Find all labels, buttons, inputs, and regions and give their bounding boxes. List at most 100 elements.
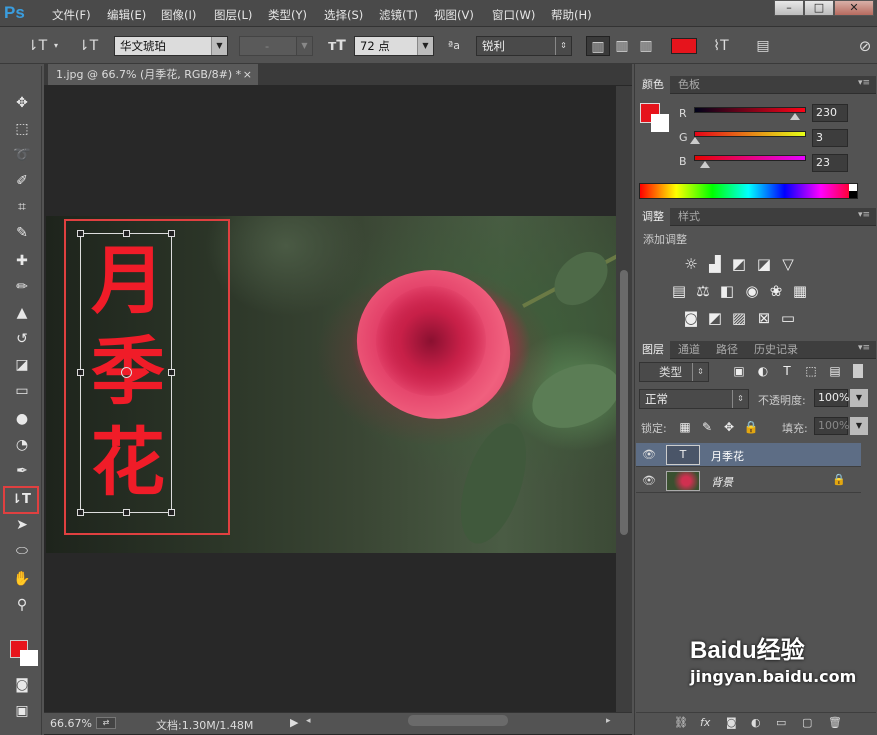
quick-select-tool-icon[interactable]: ✐ [10,170,34,192]
filter-smart-icon[interactable]: ▤ [826,362,844,380]
healing-brush-tool-icon[interactable]: ✚ [10,250,34,272]
antialias-select[interactable]: 锐利 ⇕ [476,36,572,56]
levels-icon[interactable]: ▟ [706,255,724,273]
vibrance-icon[interactable]: ▽ [779,255,797,273]
lock-position-icon[interactable]: ✥ [720,418,738,436]
quick-mask-icon[interactable]: ◙ [10,674,34,696]
menu-file[interactable]: 文件(F) [52,7,91,23]
eye-icon[interactable]: 👁 [642,448,656,461]
warp-text-icon[interactable]: ⌇T [710,36,732,56]
path-select-tool-icon[interactable]: ➤ [10,514,34,536]
menu-filter[interactable]: 滤镜(T) [379,7,418,23]
color-bg-swatch[interactable] [651,114,669,132]
selective-color-icon[interactable]: ⊠ [755,309,773,327]
new-layer-icon[interactable]: ▢ [802,716,812,729]
panel-menu-icon[interactable]: ▾≡ [858,78,870,88]
document-tab[interactable]: 1.jpg @ 66.7% (月季花, RGB/8#) * × [48,64,258,85]
tab-history[interactable]: 历史记录 [748,341,804,359]
hand-tool-icon[interactable]: ✋ [10,568,34,590]
invert-icon[interactable]: ◙ [682,309,700,327]
tab-channels[interactable]: 通道 [672,341,706,359]
opacity-value[interactable]: 100% [814,389,849,407]
tab-paths[interactable]: 路径 [710,341,744,359]
layer-row[interactable]: 👁 背景 🔒 [636,469,861,493]
tab-swatches[interactable]: 色板 [672,76,706,94]
maximize-button[interactable]: □ [804,0,834,16]
text-color-swatch[interactable] [671,38,697,54]
fill-value[interactable]: 100% [814,417,849,435]
layer-name[interactable]: 月季花 [711,448,744,464]
b-slider-knob[interactable] [700,161,710,168]
color-lookup-icon[interactable]: ▦ [791,282,809,300]
filter-type-icon[interactable]: T [778,362,796,380]
horizontal-scroll-thumb[interactable] [408,715,508,726]
dodge-tool-icon[interactable]: ◔ [10,434,34,456]
menu-type[interactable]: 类型(Y) [268,7,307,23]
layer-filter-select[interactable]: 类型 ⇕ [639,362,709,382]
background-color-swatch[interactable] [20,650,38,666]
link-layers-icon[interactable]: ⛓ [674,716,688,729]
blend-mode-select[interactable]: 正常 ⇕ [639,389,749,409]
font-size-select[interactable]: 72 点 ▼ [354,36,434,56]
vertical-scroll-thumb[interactable] [620,270,628,535]
character-panel-icon[interactable]: ▤ [752,36,774,56]
b-value[interactable]: 23 [812,154,848,172]
color-balance-icon[interactable]: ⚖ [694,282,712,300]
play-icon[interactable]: ▶ [290,716,298,729]
pen-tool-icon[interactable]: ✒ [10,460,34,482]
tab-styles[interactable]: 样式 [672,208,706,226]
hue-saturation-icon[interactable]: ▤ [670,282,688,300]
chevron-down-icon[interactable]: ▼ [850,417,868,435]
eye-icon[interactable]: 👁 [642,474,656,487]
stamp-tool-icon[interactable]: ▲ [10,302,34,324]
screen-mode-icon[interactable]: ▣ [10,700,34,722]
chevron-down-icon[interactable]: ▼ [850,389,868,407]
close-tab-icon[interactable]: × [243,64,252,85]
adjustment-layer-icon[interactable]: ◐ [751,716,761,729]
lock-pixels-icon[interactable]: ✎ [698,418,716,436]
font-family-select[interactable]: 华文琥珀 ▼ [114,36,228,56]
delete-layer-icon[interactable]: 🗑 [828,716,842,729]
eraser-tool-icon[interactable]: ◪ [10,354,34,376]
new-group-icon[interactable]: ▭ [776,716,786,729]
fx-icon[interactable]: fx [700,716,710,729]
g-slider[interactable] [694,131,806,137]
menu-edit[interactable]: 编辑(E) [107,7,146,23]
posterize-icon[interactable]: ◩ [706,309,724,327]
align-center-icon[interactable]: ▥ [612,36,632,56]
zoom-tool-icon[interactable]: ⚲ [10,594,34,616]
exposure-icon[interactable]: ◪ [755,255,773,273]
tab-layers[interactable]: 图层 [636,341,670,359]
brightness-icon[interactable]: ☼ [682,255,700,273]
menu-select[interactable]: 选择(S) [324,7,363,23]
g-value[interactable]: 3 [812,129,848,147]
type-tool-preset-icon[interactable]: ⇂T [24,36,50,56]
channel-mixer-icon[interactable]: ❀ [767,282,785,300]
curves-icon[interactable]: ◩ [730,255,748,273]
type-tool-icon[interactable]: ⇂T [3,486,39,514]
r-value[interactable]: 230 [812,104,848,122]
menu-layer[interactable]: 图层(L) [214,7,252,23]
b-slider[interactable] [694,155,806,161]
minimize-button[interactable]: – [774,0,804,16]
crop-tool-icon[interactable]: ⌗ [10,196,34,218]
layer-name[interactable]: 背景 [711,474,733,490]
close-window-button[interactable]: ✕ [834,0,874,16]
filter-toggle[interactable] [853,364,863,378]
gradient-map-icon[interactable]: ▭ [779,309,797,327]
scroll-left-icon[interactable]: ◂ [306,716,311,726]
tab-color[interactable]: 颜色 [636,76,670,94]
brush-tool-icon[interactable]: ✏ [10,276,34,298]
cancel-icon[interactable]: ⊘ [856,36,874,56]
photo-filter-icon[interactable]: ◉ [743,282,761,300]
marquee-tool-icon[interactable]: ⬚ [10,118,34,140]
status-icon[interactable]: ⇄ [96,717,116,729]
align-right-icon[interactable]: ▥ [636,36,656,56]
add-mask-icon[interactable]: ◙ [726,716,737,729]
ellipse-tool-icon[interactable]: ⬭ [10,540,34,562]
r-slider-knob[interactable] [790,113,800,120]
bw-swatch[interactable] [849,184,857,198]
history-brush-tool-icon[interactable]: ↺ [10,328,34,350]
menu-view[interactable]: 视图(V) [434,7,474,23]
color-spectrum-bar[interactable] [639,183,858,199]
